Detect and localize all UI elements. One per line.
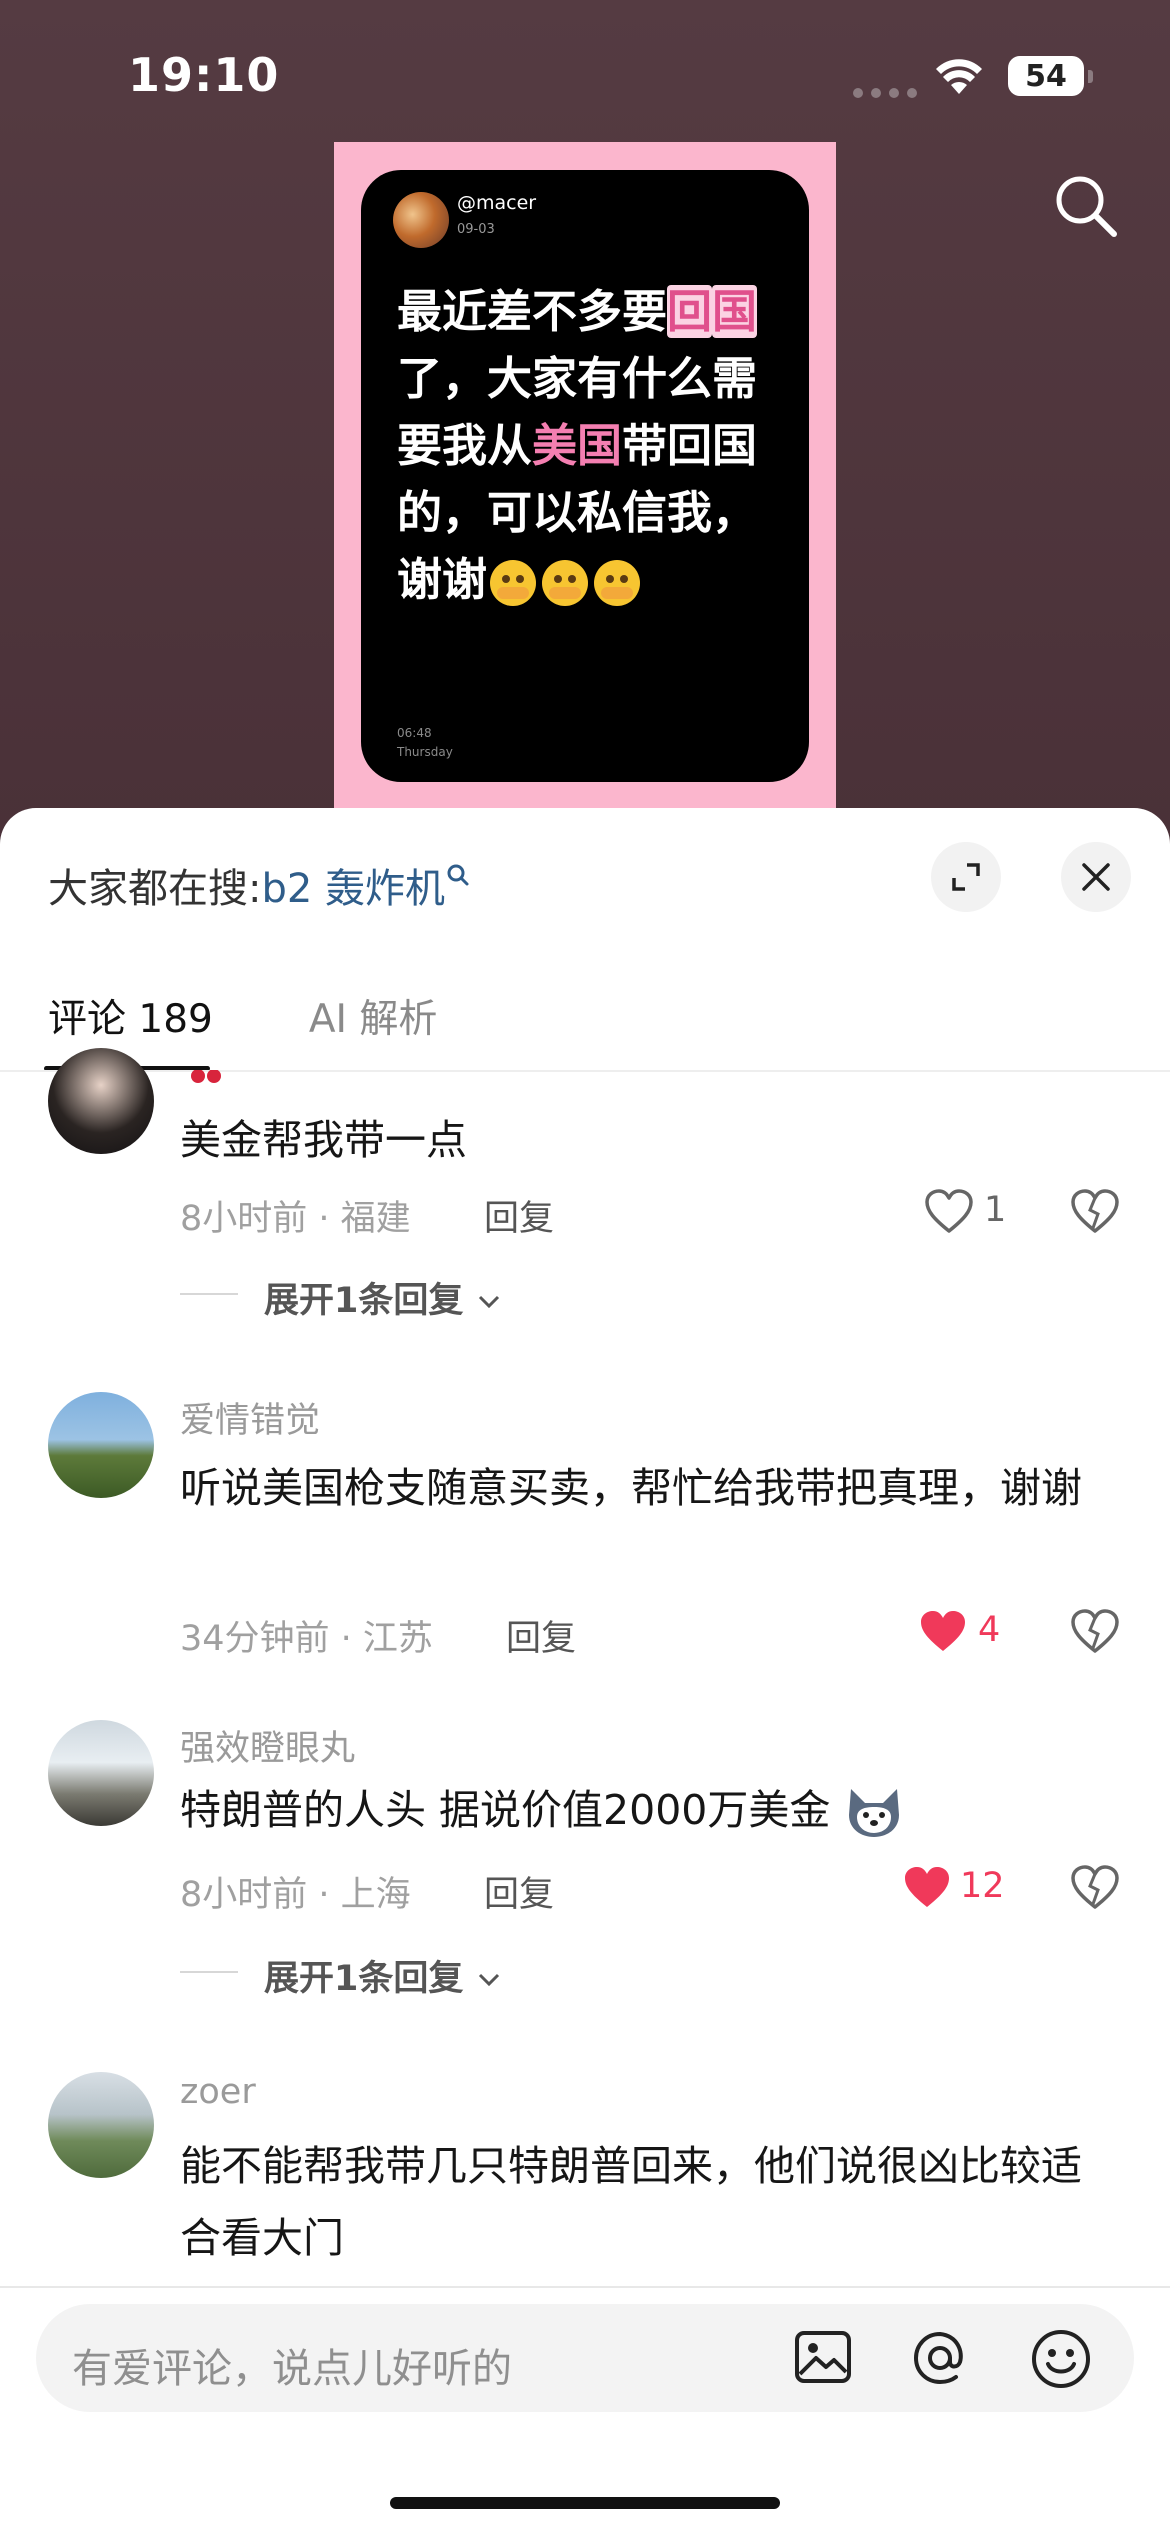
tabs-divider: [0, 1070, 1170, 1072]
close-icon: [1082, 863, 1110, 891]
chevron-down-icon: [478, 1973, 499, 1987]
comment-tabs: 评论 189 AI 解析: [48, 988, 437, 1044]
like-heart-filled-icon[interactable]: [902, 1864, 952, 1910]
fullscreen-icon: [952, 863, 980, 891]
commenter-name[interactable]: 强效瞪眼丸: [180, 1720, 355, 1771]
emoji-smiley-icon[interactable]: [1030, 2328, 1092, 2390]
like-count: 12: [960, 1866, 1005, 1906]
status-time: 19:10: [128, 48, 280, 102]
expand-replies-button[interactable]: 展开1条回复: [264, 1950, 502, 2001]
commenter-avatar[interactable]: [48, 1048, 154, 1154]
comment-time-location: 8小时前 · 福建: [180, 1199, 411, 1239]
reply-button[interactable]: 回复: [484, 1866, 554, 1917]
comment-text: 听说美国枪支随意买卖，帮忙给我带把真理，谢谢: [180, 1464, 1082, 1512]
dislike-broken-heart-icon[interactable]: [1070, 1188, 1120, 1234]
like-count: 1: [984, 1190, 1007, 1230]
comment-time-location: 34分钟前 · 江苏: [180, 1619, 433, 1659]
comment-time-location: 8小时前 · 上海: [180, 1875, 411, 1915]
input-bar-divider: [0, 2286, 1170, 2288]
expand-sheet-button[interactable]: [931, 842, 1001, 912]
comment-text: 美金帮我带一点: [180, 1116, 467, 1164]
tab-comments[interactable]: 评论 189: [48, 988, 213, 1044]
like-heart-outline-icon[interactable]: [924, 1188, 974, 1234]
tab-ai-analysis[interactable]: AI 解析: [309, 988, 438, 1044]
like-heart-filled-icon[interactable]: [918, 1608, 968, 1654]
chevron-down-icon: [478, 1295, 499, 1309]
commenter-avatar[interactable]: [48, 1720, 154, 1826]
comment-sheet: 大家都在搜:b2 轰炸机 评论 189 AI 解析 美金帮我带一点 8小时前 ·…: [0, 808, 1170, 2532]
post-username: @macer: [457, 192, 537, 214]
mention-at-icon[interactable]: [910, 2328, 970, 2388]
reply-button[interactable]: 回复: [506, 1610, 576, 1661]
dislike-broken-heart-icon[interactable]: [1070, 1608, 1120, 1654]
comment-text: 能不能帮我带几只特朗普回来，他们说很凶比较适合看大门: [180, 2142, 1082, 2262]
commenter-avatar[interactable]: [48, 1392, 154, 1498]
wifi-icon: [936, 59, 982, 94]
search-small-icon: [447, 864, 469, 886]
search-icon[interactable]: [1052, 172, 1120, 240]
home-indicator: [390, 2497, 780, 2509]
dislike-broken-heart-icon[interactable]: [1070, 1864, 1120, 1910]
cherry-icon: [191, 1070, 221, 1083]
comment-text: 特朗普的人头 据说价值2000万美金: [180, 1774, 905, 1846]
trending-search-prefix: 大家都在搜:: [48, 866, 262, 912]
post-weekday: Thursday: [397, 745, 453, 759]
peeking-face-emoji-icon: [542, 560, 589, 606]
trending-search[interactable]: 大家都在搜:b2 轰炸机: [48, 856, 471, 914]
post-clock-time: 06:48: [397, 726, 432, 740]
image-icon[interactable]: [794, 2330, 852, 2384]
peeking-face-emoji-icon: [594, 560, 641, 606]
expand-replies-button[interactable]: 展开1条回复: [264, 1272, 502, 1323]
post-date: 09-03: [457, 222, 495, 237]
commenter-name[interactable]: zoer: [180, 2072, 256, 2112]
post-author-avatar: [393, 192, 449, 248]
close-button[interactable]: [1061, 842, 1131, 912]
peeking-face-emoji-icon: [490, 560, 537, 606]
husky-emoji-icon: [849, 1789, 900, 1837]
commenter-name[interactable]: 爱情错觉: [180, 1392, 320, 1443]
commenter-avatar[interactable]: [48, 2072, 154, 2178]
expand-divider: [180, 1293, 238, 1295]
reply-button[interactable]: 回复: [484, 1190, 554, 1241]
cellular-signal-icon: [853, 88, 917, 98]
post-card: @macer 09-03 最近差不多要回国了，大家有什么需要我从美国带回国的，可…: [361, 170, 809, 782]
comment-input-placeholder: 有爱评论，说点儿好听的: [72, 2346, 512, 2392]
post-text: 最近差不多要回国了，大家有什么需要我从美国带回国的，可以私信我，谢谢: [397, 278, 785, 613]
trending-search-keyword[interactable]: b2 轰炸机: [261, 866, 445, 912]
like-count: 4: [978, 1610, 1001, 1650]
battery-indicator: 54: [1008, 56, 1093, 96]
expand-divider: [180, 1971, 238, 1973]
